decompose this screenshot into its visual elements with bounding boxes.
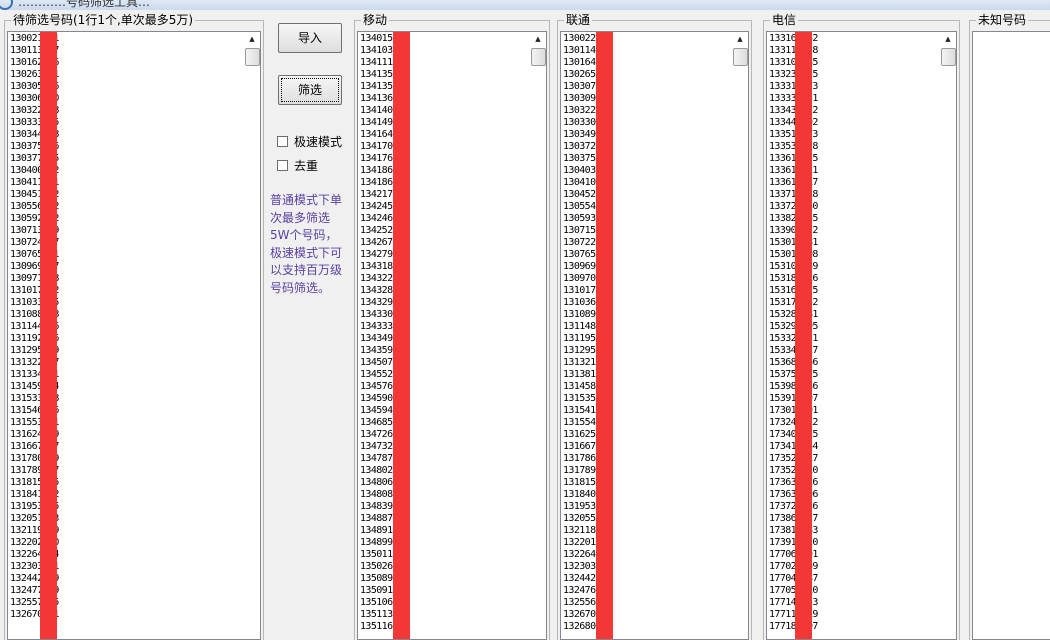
scroll-up-icon[interactable]: ▲: [732, 32, 748, 46]
redaction-bar: [393, 32, 410, 639]
checkbox-icon[interactable]: [277, 160, 288, 171]
fast-mode-label: 极速模式: [294, 135, 343, 149]
redaction-bar: [795, 32, 812, 639]
group-pending: 待筛选号码(1行1个,单次最多5万) 130021221 130113227 1…: [4, 13, 264, 640]
group-telecom: 电信 133166332 133117838 133107585 1332333…: [763, 13, 960, 640]
pending-list-scrollbar[interactable]: ▲: [244, 32, 260, 639]
mobile-list-scrollbar[interactable]: ▲: [530, 32, 546, 639]
app-icon: [0, 0, 13, 10]
checkbox-icon[interactable]: [277, 136, 288, 147]
scroll-thumb[interactable]: [733, 48, 748, 66]
unknown-list[interactable]: [972, 31, 1050, 640]
group-unknown-label: 未知号码: [976, 13, 1029, 27]
unicom-list-scrollbar[interactable]: ▲: [732, 32, 748, 639]
group-mobile: 移动 134015242 134103533 134111807 1341355…: [354, 13, 550, 640]
telecom-list[interactable]: 133166332 133117838 133107585 133233355 …: [766, 31, 957, 640]
scroll-thumb[interactable]: [941, 48, 956, 66]
group-telecom-label: 电信: [770, 13, 799, 27]
mobile-list[interactable]: 134015242 134103533 134111807 134135543 …: [357, 31, 547, 640]
group-unknown: 未知号码: [969, 13, 1050, 640]
group-unicom: 联通 130022121 130114027 130164756 1302658…: [557, 13, 752, 640]
scroll-thumb[interactable]: [245, 48, 260, 66]
pending-list[interactable]: 130021221 130113227 130162156 130263741 …: [7, 31, 261, 640]
telecom-list-scrollbar[interactable]: ▲: [940, 32, 956, 639]
group-pending-label: 待筛选号码(1行1个,单次最多5万): [11, 13, 196, 27]
mode-note: 普通模式下单次最多筛选5W个号码，极速模式下可以支持百万级号码筛选。: [270, 193, 343, 295]
dedupe-label: 去重: [294, 159, 319, 173]
fast-mode-checkbox[interactable]: 极速模式: [277, 135, 342, 149]
redaction-bar: [596, 32, 613, 639]
import-button[interactable]: 导入: [278, 23, 342, 53]
group-unicom-label: 联通: [564, 13, 593, 27]
group-mobile-label: 移动: [361, 13, 390, 27]
scroll-thumb[interactable]: [531, 48, 546, 66]
scroll-up-icon[interactable]: ▲: [940, 32, 956, 46]
dedupe-checkbox[interactable]: 去重: [277, 159, 318, 173]
window-title: …………号码筛选工具…: [18, 0, 151, 9]
window-titlebar: …………号码筛选工具…: [0, 0, 1050, 10]
scroll-up-icon[interactable]: ▲: [244, 32, 260, 46]
unicom-list[interactable]: 130022121 130114027 130164756 130265841 …: [560, 31, 749, 640]
filter-button[interactable]: 筛选: [278, 75, 342, 105]
redaction-bar: [40, 32, 57, 639]
scroll-up-icon[interactable]: ▲: [530, 32, 546, 46]
